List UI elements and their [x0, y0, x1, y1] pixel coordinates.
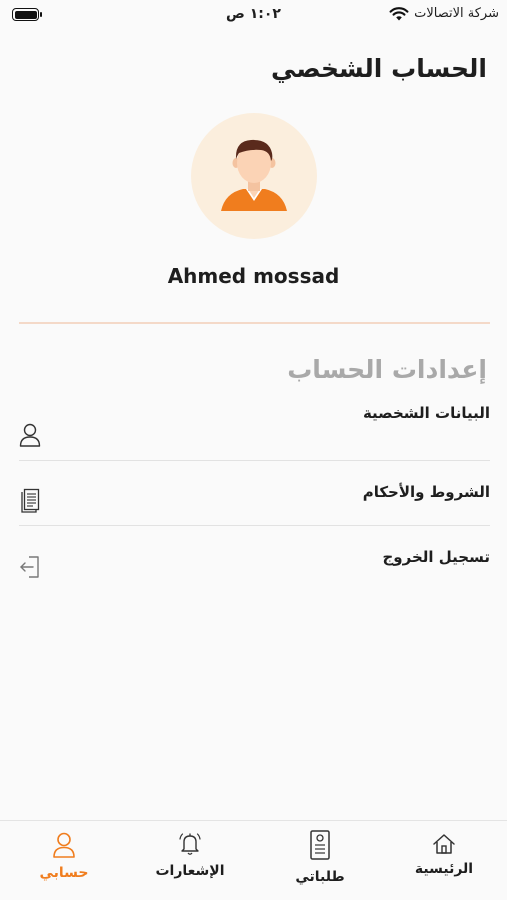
- tab-label: حسابي: [39, 865, 89, 881]
- logout-icon: [20, 556, 39, 578]
- home-icon: [433, 834, 455, 854]
- menu-item-terms[interactable]: الشروط والأحكام: [19, 461, 490, 526]
- document-icon: [21, 488, 40, 513]
- menu-item-logout[interactable]: تسجيل الخروج: [19, 526, 490, 591]
- wifi-icon: [389, 6, 409, 20]
- tab-home[interactable]: الرئيسية: [396, 821, 492, 900]
- bottom-nav: الرئيسية طلباتي الإشعارات حسابي: [0, 820, 507, 900]
- tab-label: الرئيسية: [414, 861, 474, 877]
- menu-item-personal-data[interactable]: البيانات الشخصية: [19, 396, 490, 461]
- tab-orders[interactable]: طلباتي: [272, 821, 368, 900]
- status-carrier: شركة الاتصالات: [389, 6, 499, 21]
- tab-my-account[interactable]: حسابي: [16, 821, 112, 900]
- tab-notifications[interactable]: الإشعارات: [142, 821, 238, 900]
- page-title: الحساب الشخصي: [271, 54, 487, 83]
- person-avatar-icon: [221, 139, 287, 211]
- menu-item-label: تسجيل الخروج: [382, 548, 491, 566]
- bell-icon: [179, 833, 201, 855]
- user-icon: [53, 832, 75, 858]
- carrier-name: شركة الاتصالات: [414, 6, 499, 21]
- tab-label: الإشعارات: [155, 863, 225, 879]
- divider: [19, 322, 490, 324]
- section-title: إعدادات الحساب: [287, 355, 487, 384]
- user-icon: [19, 423, 41, 447]
- status-bar: ١:٠٢ ص شركة الاتصالات: [0, 0, 507, 30]
- tab-label: طلباتي: [295, 869, 345, 885]
- avatar[interactable]: [191, 113, 317, 239]
- menu-item-label: البيانات الشخصية: [362, 404, 490, 422]
- orders-icon: [310, 830, 330, 860]
- menu-item-label: الشروط والأحكام: [362, 483, 490, 501]
- user-name: Ahmed mossad: [167, 264, 340, 288]
